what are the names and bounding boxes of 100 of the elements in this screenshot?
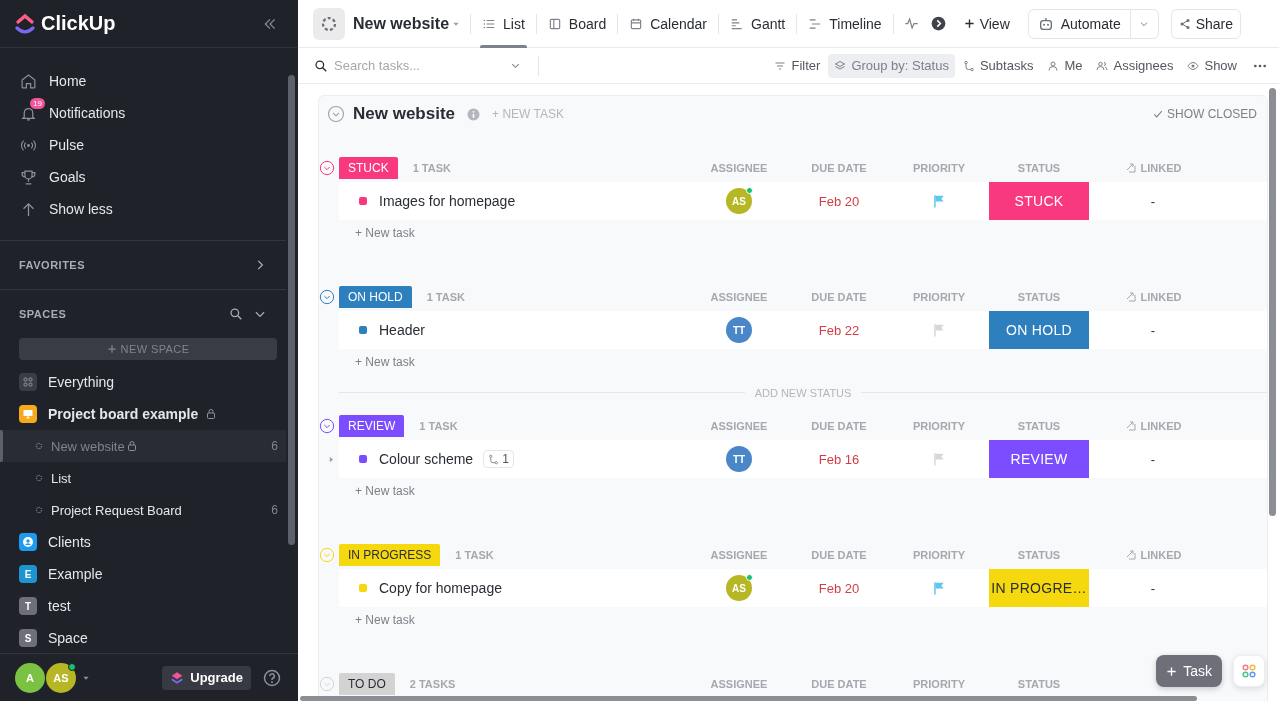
nav-item[interactable]: Goals [0, 161, 286, 193]
flag-icon[interactable] [932, 323, 946, 337]
share-button[interactable]: Share [1170, 8, 1242, 39]
new-task-link[interactable]: + New task [339, 349, 421, 375]
add-view-button[interactable]: View [957, 14, 1016, 33]
search-icon[interactable] [229, 307, 243, 321]
new-task-link[interactable]: + New task [339, 220, 421, 246]
toolbar-button[interactable]: Subtasks [956, 53, 1040, 78]
people-icon [1096, 59, 1109, 72]
space-item[interactable]: S Space [0, 622, 286, 653]
due-date: Feb 20 [818, 193, 860, 209]
toolbar-button[interactable]: Show [1181, 53, 1243, 78]
upgrade-button[interactable]: Upgrade [162, 665, 251, 690]
scrollbar[interactable] [300, 696, 1197, 701]
nav-item[interactable]: Show less [0, 193, 286, 225]
collapse-icon[interactable] [327, 105, 345, 123]
link-icon [1124, 162, 1137, 174]
space-item[interactable]: Project board example [0, 398, 286, 430]
due-date: Feb 16 [818, 451, 860, 467]
status-square [359, 197, 367, 205]
space-letter: E [19, 565, 37, 583]
flag-icon[interactable] [932, 581, 946, 595]
plus-icon [963, 18, 975, 29]
space-item[interactable]: Everything [0, 366, 286, 398]
status-tag[interactable]: ON HOLD [339, 286, 412, 308]
status-label[interactable]: IN PROGRE… [989, 569, 1089, 607]
view-tab[interactable]: Gantt [729, 0, 787, 48]
collapse-icon[interactable] [319, 418, 335, 434]
nav-item[interactable]: Notifications 19 [0, 97, 286, 129]
space-item[interactable]: T test [0, 590, 286, 622]
column-header: LINKED [1140, 291, 1182, 303]
new-task-link[interactable]: + New task [339, 607, 421, 633]
column-header: ASSIGNEE [709, 162, 769, 174]
space-item[interactable]: Clients [0, 526, 286, 558]
search-field[interactable]: Search tasks... [334, 58, 504, 73]
list-item[interactable]: Project Request Board 6 [0, 494, 286, 526]
collapse-icon[interactable] [319, 160, 335, 176]
share-icon [1178, 17, 1191, 30]
view-tab[interactable]: Board [546, 0, 608, 48]
flag-icon[interactable] [932, 452, 946, 466]
assignee-avatar[interactable]: TT [726, 446, 752, 472]
status-tag[interactable]: TO DO [339, 673, 395, 695]
task-name: Header [379, 322, 425, 338]
online-dot [746, 187, 753, 194]
link-icon [1124, 291, 1137, 303]
toolbar-button[interactable]: Me [1041, 53, 1089, 78]
new-task-button[interactable]: Task [1156, 655, 1222, 687]
status-tag[interactable]: IN PROGRESS [339, 544, 441, 566]
arrow-up-icon [20, 200, 37, 218]
help-icon[interactable] [263, 668, 281, 687]
status-label[interactable]: REVIEW [989, 440, 1089, 478]
section-heading: FAVORITES [19, 259, 86, 271]
status-tag[interactable]: REVIEW [339, 415, 405, 437]
apps-button[interactable] [1233, 655, 1265, 687]
info-icon [467, 107, 481, 121]
task-row[interactable]: Header TT Feb 22 ON HOLD - [339, 311, 1267, 349]
scrollbar[interactable] [288, 75, 295, 545]
view-tab[interactable]: List [481, 0, 526, 48]
view-tab[interactable]: Calendar [628, 0, 708, 48]
column-header: DUE DATE [810, 291, 868, 303]
flag-icon[interactable] [932, 194, 946, 208]
timeline-icon [808, 16, 823, 31]
toolbar-button[interactable]: Group by: Status [828, 53, 955, 78]
status-tag[interactable]: STUCK [339, 157, 398, 179]
task-name: Colour scheme [379, 451, 474, 467]
task-count: 6 [271, 503, 278, 517]
toolbar-button[interactable]: Assignees [1090, 53, 1180, 78]
column-header: PRIORITY [912, 678, 966, 690]
chevron-right-icon[interactable] [930, 16, 946, 31]
assignee-avatar[interactable]: TT [726, 317, 752, 343]
collapse-icon[interactable] [319, 289, 335, 305]
status-label[interactable]: ON HOLD [989, 311, 1089, 349]
view-tab[interactable]: Timeline [807, 0, 883, 48]
lock-icon [205, 408, 218, 420]
nav-item[interactable]: Pulse [0, 129, 286, 161]
column-header: STATUS [1016, 678, 1062, 690]
list-item[interactable]: List [0, 462, 286, 494]
space-item[interactable]: E Example [0, 558, 286, 590]
task-count: 1 TASK [419, 420, 458, 432]
task-name: Images for homepage [379, 193, 516, 209]
scrollbar[interactable] [1269, 88, 1276, 516]
new-task-link[interactable]: + New task [339, 478, 421, 504]
status-square [359, 584, 367, 592]
list-item[interactable]: New website 6 [0, 430, 286, 462]
status-label[interactable]: STUCK [989, 182, 1089, 220]
subtask-count[interactable]: 1 [483, 450, 514, 468]
task-row[interactable]: Copy for homepage AS Feb 20 IN PROGRE… - [339, 569, 1267, 607]
activity-icon [903, 16, 919, 31]
link-icon [1124, 420, 1137, 432]
list-settings-button[interactable] [313, 7, 345, 40]
column-header: ASSIGNEE [709, 291, 769, 303]
nav-item[interactable]: Home [0, 65, 286, 97]
column-header: PRIORITY [912, 420, 966, 432]
column-header: DUE DATE [810, 162, 868, 174]
toolbar-button[interactable]: Filter [768, 53, 827, 78]
online-dot [746, 574, 753, 581]
column-header: ASSIGNEE [709, 678, 769, 690]
task-row[interactable]: Images for homepage AS Feb 20 STUCK - [339, 182, 1267, 220]
linked-value: - [1150, 322, 1156, 338]
show-closed-button[interactable]: SHOW CLOSED [1153, 107, 1257, 121]
